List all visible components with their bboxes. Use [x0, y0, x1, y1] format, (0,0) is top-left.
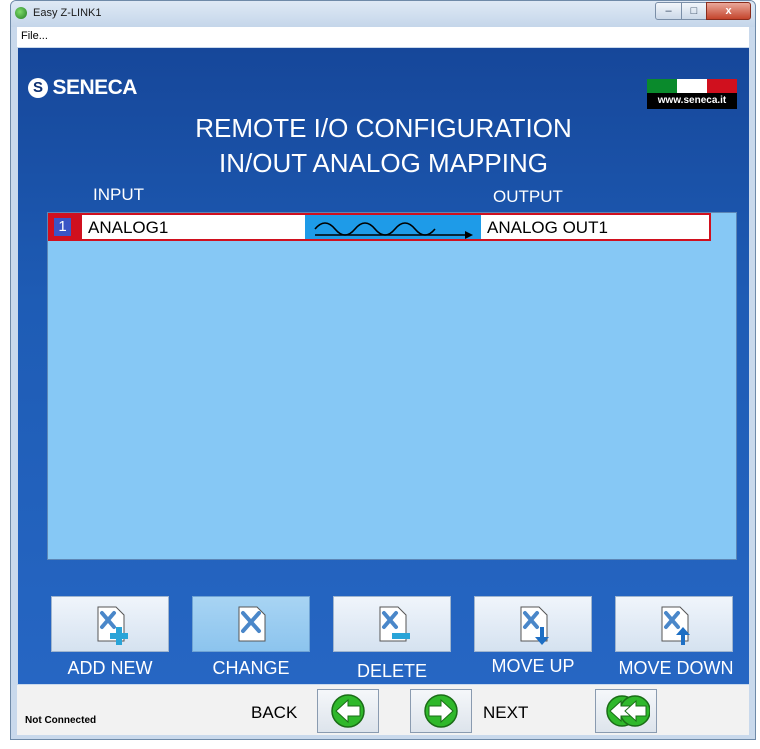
mapping-row[interactable]: 1 ANALOG1 ANALOG OUT1 [48, 213, 711, 241]
move-down-button[interactable] [615, 596, 733, 652]
app-icon [15, 7, 27, 19]
page-subtitle: IN/OUT ANALOG MAPPING [219, 148, 548, 178]
home-button[interactable] [595, 689, 657, 733]
next-button[interactable] [410, 689, 472, 733]
remove-document-icon [379, 606, 410, 642]
row-index-cell: 1 [50, 215, 82, 239]
seneca-logo-icon: S [28, 78, 48, 98]
row-output: ANALOG OUT1 [487, 218, 608, 237]
flag-white-stripe [677, 79, 707, 93]
move-up-button[interactable] [474, 596, 592, 652]
status-bar: Not Connected BACK NEXT [17, 685, 749, 735]
change-label: CHANGE [212, 658, 290, 678]
menu-file[interactable]: File... [17, 30, 52, 42]
connection-status: Not Connected [25, 715, 97, 726]
move-down-label: MOVE DOWN [618, 658, 734, 678]
add-document-icon [97, 606, 128, 645]
input-column-header: INPUT [93, 185, 144, 204]
flag-green-stripe [647, 79, 677, 93]
mapping-list[interactable]: 1 ANALOG1 ANALOG OUT1 [47, 212, 737, 560]
window-title: Easy Z-LINK1 [33, 7, 102, 19]
edit-document-icon [238, 606, 266, 642]
output-column-header: OUTPUT [493, 187, 563, 206]
back-label: BACK [251, 703, 298, 722]
maximize-button[interactable]: □ [681, 2, 707, 20]
menu-bar: File... [17, 27, 749, 47]
back-arrow-icon [331, 694, 365, 728]
add-new-label: ADD NEW [67, 658, 153, 678]
next-arrow-icon [424, 694, 458, 728]
row-input: ANALOG1 [88, 218, 169, 237]
next-label: NEXT [483, 703, 529, 722]
move-up-arrow-icon [661, 606, 690, 645]
change-button[interactable] [192, 596, 310, 652]
double-back-arrow-icon [606, 695, 650, 727]
brand-flag: www.seneca.it [647, 79, 737, 109]
brand-url: www.seneca.it [647, 93, 737, 109]
move-up-label: MOVE UP [491, 656, 575, 676]
title-bar[interactable]: Easy Z-LINK1 – □ x [11, 1, 755, 27]
row-index: 1 [54, 218, 71, 236]
close-button[interactable]: x [706, 2, 751, 20]
back-button[interactable] [317, 689, 379, 733]
app-window: Easy Z-LINK1 – □ x File... S SENECA www.… [10, 0, 756, 740]
delete-label: DELETE [356, 661, 428, 681]
page-title: REMOTE I/O CONFIGURATION [195, 113, 572, 143]
main-panel: S SENECA www.seneca.it REMOTE I/O CONFIG… [18, 48, 749, 684]
analog-signal-icon [305, 215, 481, 239]
move-down-arrow-icon [520, 606, 549, 645]
delete-button[interactable] [333, 596, 451, 652]
flag-red-stripe [707, 79, 737, 93]
minimize-button[interactable]: – [655, 2, 682, 20]
logo-text: SENECA [52, 76, 137, 99]
add-new-button[interactable] [51, 596, 169, 652]
seneca-logo: S SENECA [28, 76, 137, 100]
